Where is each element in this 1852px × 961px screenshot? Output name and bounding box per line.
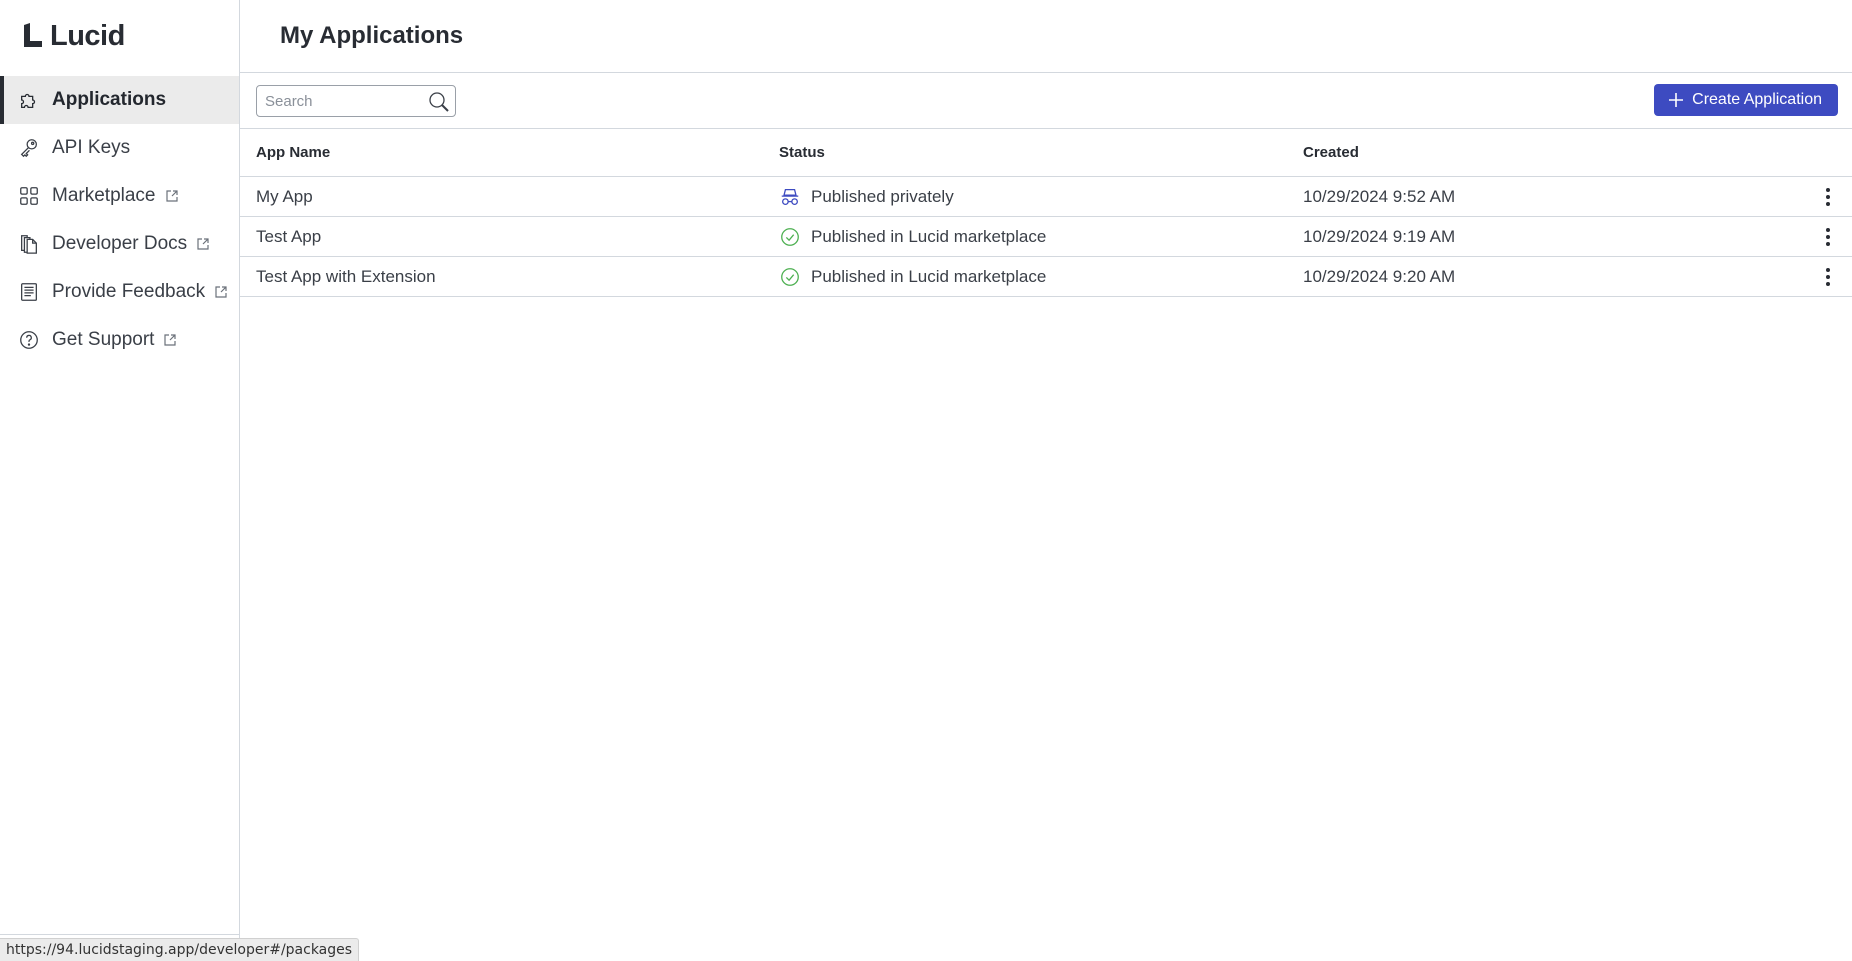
created-date: 10/29/2024 9:20 AM: [1303, 266, 1456, 286]
status-text: Published in Lucid marketplace: [811, 226, 1047, 246]
check-circle-icon: [779, 226, 801, 248]
sidebar-item-marketplace[interactable]: Marketplace: [0, 172, 239, 220]
applications-table: App Name Status Created My App Published…: [240, 129, 1852, 297]
created-date: 10/29/2024 9:19 AM: [1303, 226, 1456, 246]
sidebar-item-provide-feedback[interactable]: Provide Feedback: [0, 268, 239, 316]
app-status: Published in Lucid marketplace: [779, 266, 1046, 288]
app-name[interactable]: Test App with Extension: [256, 267, 436, 287]
status-text: Published in Lucid marketplace: [811, 266, 1047, 286]
more-options-icon[interactable]: [1820, 225, 1836, 249]
column-header-created[interactable]: Created: [1303, 144, 1359, 161]
table-row[interactable]: Test App with Extension Published in Luc…: [240, 257, 1852, 297]
incognito-icon: [779, 186, 801, 208]
table-header: App Name Status Created: [240, 129, 1852, 177]
sidebar-item-get-support[interactable]: Get Support: [0, 316, 239, 364]
feedback-icon: [18, 281, 40, 303]
table-row[interactable]: My App Published privately 10/29/2024 9:…: [240, 177, 1852, 217]
sidebar-item-label: Developer Docs: [52, 233, 188, 254]
brand-name: Lucid: [50, 19, 125, 52]
app-name[interactable]: Test App: [256, 227, 321, 247]
app-status: Published privately: [779, 186, 954, 208]
sidebar-item-label: Applications: [52, 89, 167, 110]
puzzle-icon: [18, 89, 40, 111]
external-link-icon: [214, 285, 228, 299]
external-link-icon: [196, 237, 210, 251]
external-link-icon: [163, 333, 177, 347]
sidebar-item-label: Marketplace: [52, 185, 156, 206]
help-icon: [18, 329, 40, 351]
grid-icon: [18, 185, 40, 207]
sidebar-nav: Applications API Keys Marketplace Develo…: [0, 76, 239, 364]
column-header-app-name[interactable]: App Name: [256, 144, 330, 161]
toolbar: Create Application: [240, 73, 1852, 129]
key-icon: [18, 137, 40, 159]
lucid-logo[interactable]: Lucid: [22, 20, 125, 52]
page-title: My Applications: [280, 22, 464, 49]
search-box: [256, 85, 456, 117]
plus-icon: [1669, 93, 1684, 107]
more-options-icon[interactable]: [1820, 265, 1836, 289]
sidebar: Lucid Applications API Keys Marketplace …: [0, 0, 240, 961]
created-date: 10/29/2024 9:52 AM: [1303, 186, 1456, 206]
search-input[interactable]: [257, 87, 417, 115]
sidebar-item-label: Provide Feedback: [52, 281, 206, 302]
sidebar-item-label: API Keys: [52, 137, 131, 158]
sidebar-item-developer-docs[interactable]: Developer Docs: [0, 220, 239, 268]
search-icon[interactable]: [427, 90, 451, 114]
create-application-button[interactable]: Create Application: [1654, 84, 1838, 116]
documents-icon: [18, 233, 40, 255]
sidebar-item-api-keys[interactable]: API Keys: [0, 124, 239, 172]
check-circle-icon: [779, 266, 801, 288]
column-header-status[interactable]: Status: [779, 144, 825, 161]
app-status: Published in Lucid marketplace: [779, 226, 1046, 248]
main-content: My Applications Create Application App N…: [240, 0, 1852, 961]
sidebar-item-label: Get Support: [52, 329, 155, 350]
status-text: Published privately: [811, 186, 954, 206]
browser-status-url: https://94.lucidstaging.app/developer#/p…: [0, 938, 360, 961]
sidebar-item-applications[interactable]: Applications: [0, 76, 239, 124]
page-header: My Applications: [240, 0, 1852, 73]
create-application-label: Create Application: [1692, 91, 1822, 108]
table-row[interactable]: Test App Published in Lucid marketplace …: [240, 217, 1852, 257]
app-name[interactable]: My App: [256, 187, 313, 207]
more-options-icon[interactable]: [1820, 185, 1836, 209]
external-link-icon: [165, 189, 179, 203]
divider: [0, 934, 239, 935]
lucid-logo-icon: [24, 23, 42, 47]
